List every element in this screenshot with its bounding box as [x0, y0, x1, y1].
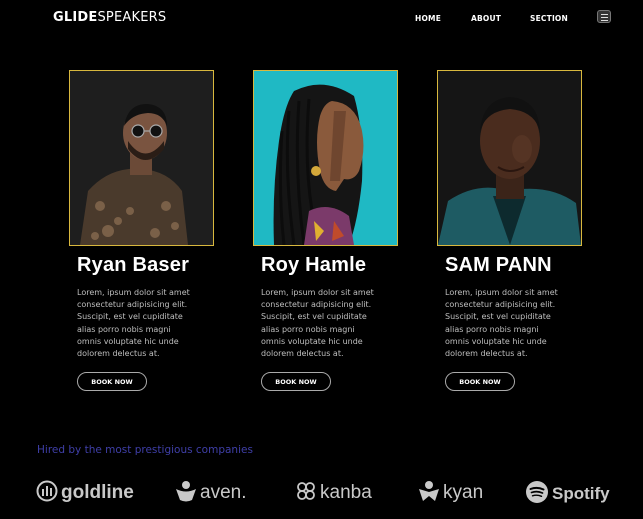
hired-by-heading: Hired by the most prestigious companies [37, 444, 253, 456]
kanba-icon [295, 480, 317, 506]
goldline-icon [36, 480, 58, 506]
speaker-name-3: SAM PANN [445, 254, 552, 276]
nav-about-link[interactable]: ABOUT [471, 14, 501, 23]
aven-icon [175, 480, 197, 506]
speaker-card-1: Ryan Baser Lorem, ipsum dolor sit amet c… [69, 70, 214, 391]
speaker-name-2: Roy Hamle [261, 254, 367, 276]
speaker-name-1: Ryan Baser [77, 254, 190, 276]
company-logo-spotify: Spotify [525, 480, 610, 508]
brand-bold: GLIDE [53, 10, 98, 25]
company-logo-kyan: kyan [418, 480, 483, 506]
speaker-photo-3 [437, 70, 582, 246]
kyan-icon [418, 480, 440, 506]
nav-home[interactable]: HOME [415, 14, 441, 23]
speaker-desc-1: Lorem, ipsum dolor sit amet consectetur … [77, 288, 190, 359]
spotify-text: Spotify [552, 484, 610, 503]
book-now-button-3[interactable]: BOOK NOW [445, 372, 515, 391]
goldline-text: goldline [61, 482, 134, 503]
brand-rest: SPEAKERS [97, 10, 167, 25]
kyan-text: kyan [443, 482, 484, 503]
speaker-desc-3: Lorem, ipsum dolor sit amet consectetur … [445, 288, 558, 359]
book-now-button-2[interactable]: BOOK NOW [261, 372, 331, 391]
nav-section[interactable]: SECTION [530, 14, 568, 23]
speaker-card-3: SAM PANN Lorem, ipsum dolor sit amet con… [437, 70, 582, 391]
kanba-text: kanba [320, 482, 372, 503]
speaker-photo-2 [253, 70, 398, 246]
company-logo-kanba: kanba [295, 480, 372, 506]
aven-text: aven. [200, 482, 247, 503]
spotify-icon [525, 480, 549, 508]
speaker-desc-2: Lorem, ipsum dolor sit amet consectetur … [261, 288, 374, 359]
speaker-card-2: Roy Hamle Lorem, ipsum dolor sit amet co… [253, 70, 398, 391]
hamburger-menu-icon[interactable] [597, 10, 611, 23]
nav-about[interactable]: ABOUT [471, 14, 501, 23]
book-now-button-1[interactable]: BOOK NOW [77, 372, 147, 391]
speaker-photo-1 [69, 70, 214, 246]
company-logo-aven: aven. [175, 480, 246, 506]
nav-home-link[interactable]: HOME [415, 14, 441, 23]
company-logo-goldline: goldline [36, 480, 134, 506]
brand-logo[interactable]: GLIDESPEAKERS [53, 10, 166, 25]
nav-section-link[interactable]: SECTION [530, 14, 568, 23]
